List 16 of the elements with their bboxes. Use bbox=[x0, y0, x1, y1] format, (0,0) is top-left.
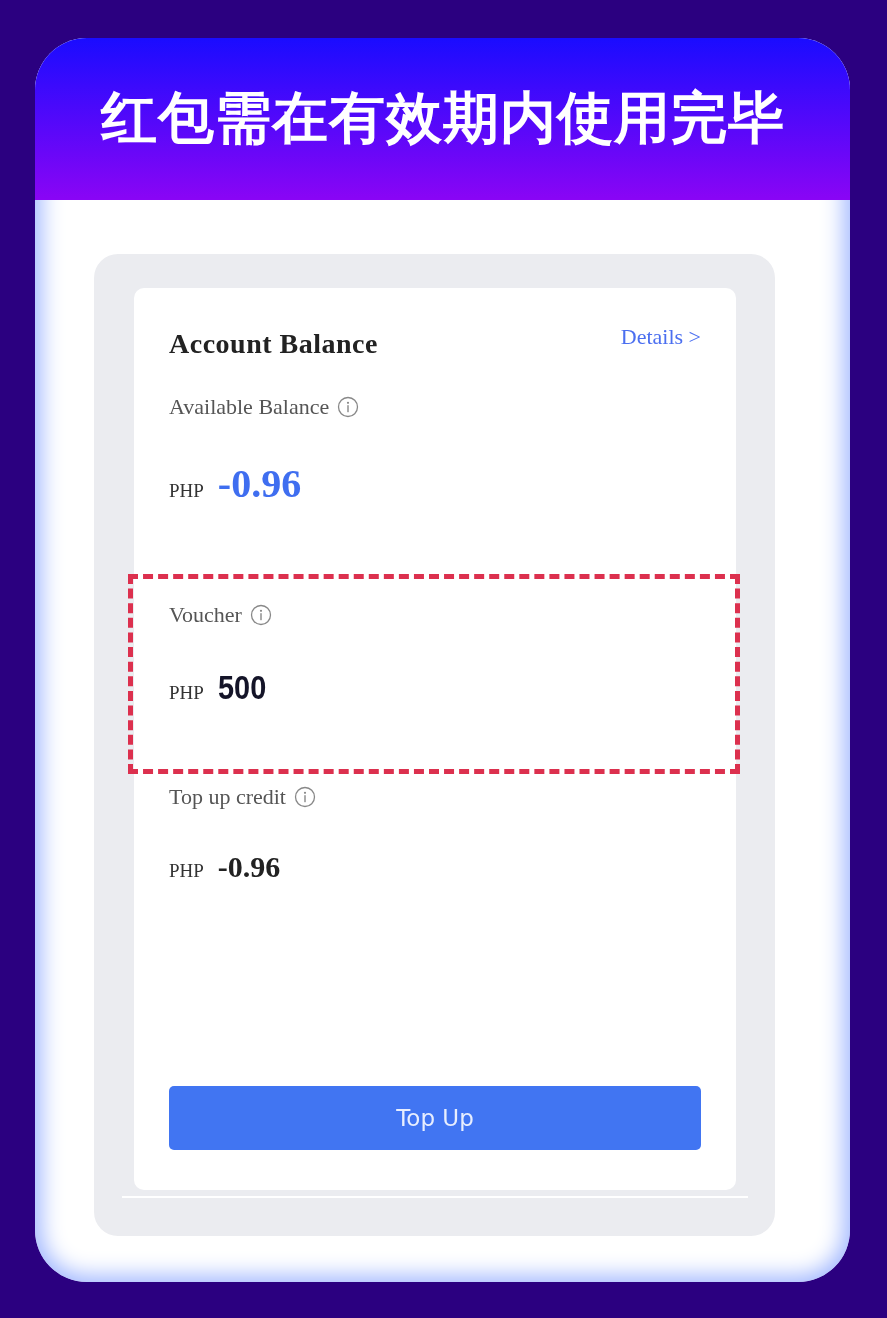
balance-label: Voucher bbox=[169, 602, 242, 628]
currency-label: PHP bbox=[169, 682, 204, 704]
currency-label: PHP bbox=[169, 480, 204, 502]
balance-amount: -0.96 bbox=[217, 460, 302, 507]
info-icon[interactable] bbox=[294, 786, 316, 808]
balance-label: Available Balance bbox=[169, 394, 330, 420]
balance-amount: -0.96 bbox=[217, 850, 281, 884]
balance-amount: 500 bbox=[217, 668, 267, 707]
banner-title: 红包需在有效期内使用完毕 bbox=[100, 84, 785, 152]
top-up-button[interactable]: Top Up bbox=[169, 1086, 701, 1150]
card-title: Account Balance bbox=[169, 328, 378, 360]
details-link[interactable]: Details > bbox=[620, 324, 701, 350]
currency-label: PHP bbox=[169, 860, 204, 882]
balance-label: Top up credit bbox=[169, 784, 286, 810]
info-icon[interactable] bbox=[337, 396, 360, 418]
info-icon[interactable] bbox=[249, 604, 272, 626]
